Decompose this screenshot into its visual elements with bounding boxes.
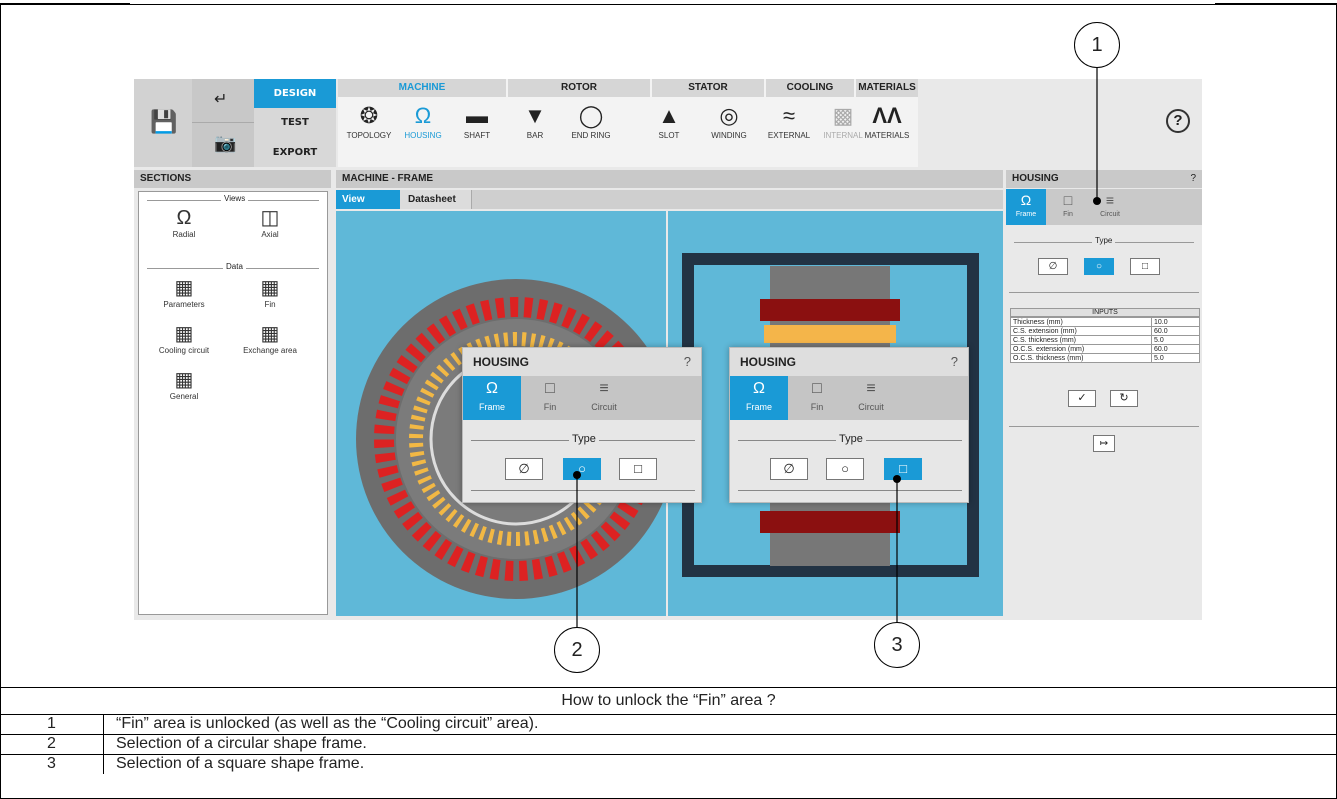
table-row: 2 Selection of a circular shape frame.	[0, 734, 1337, 754]
row-text: Selection of a square shape frame.	[116, 755, 365, 772]
row-number: 2	[47, 735, 56, 752]
callout-3: 3	[874, 622, 920, 668]
table-row: 3 Selection of a square shape frame.	[0, 754, 1337, 774]
callout-1: 1	[1074, 22, 1120, 68]
row-text: “Fin” area is unlocked (as well as the “…	[116, 715, 539, 732]
caption-table: How to unlock the “Fin” area ? 1 “Fin” a…	[0, 687, 1337, 799]
callout-leaders	[573, 66, 1101, 628]
row-number: 1	[47, 715, 56, 732]
caption-title: How to unlock the “Fin” area ?	[561, 692, 776, 709]
row-text: Selection of a circular shape frame.	[116, 735, 367, 752]
column-divider	[103, 714, 104, 774]
table-row: 1 “Fin” area is unlocked (as well as the…	[0, 714, 1337, 734]
row-number: 3	[47, 755, 56, 772]
callout-2: 2	[554, 627, 600, 673]
